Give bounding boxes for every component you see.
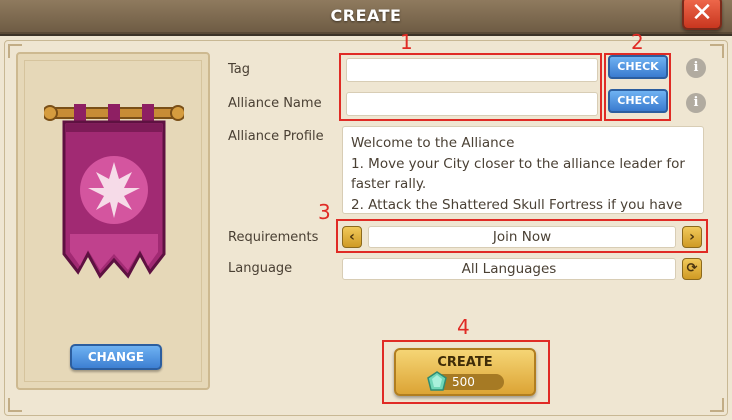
- annotation-box-4: [382, 340, 550, 404]
- refresh-icon[interactable]: ⟳: [682, 258, 702, 280]
- alliance-profile-textarea[interactable]: Welcome to the Alliance 1. Move your Cit…: [342, 126, 704, 214]
- frame-corner-ornament: [8, 398, 22, 412]
- annotation-box-1: [339, 53, 602, 121]
- profile-line: Welcome to the Alliance: [351, 135, 515, 151]
- tag-info-icon[interactable]: i: [686, 58, 706, 78]
- annotation-number-3: 3: [318, 200, 331, 224]
- language-label: Language: [228, 261, 293, 276]
- profile-line: 1. Move your City closer to the alliance…: [351, 155, 685, 172]
- frame-corner-ornament: [710, 44, 724, 58]
- banner-panel: CHANGE: [16, 52, 210, 390]
- alliance-name-label: Alliance Name: [228, 96, 322, 111]
- profile-line: faster rally.: [351, 176, 427, 192]
- change-banner-button[interactable]: CHANGE: [70, 344, 162, 370]
- close-icon: ✕: [691, 0, 713, 28]
- annotation-number-1: 1: [400, 30, 413, 54]
- close-button[interactable]: ✕: [682, 0, 722, 30]
- window-title: CREATE: [330, 6, 402, 25]
- annotation-box-3: [336, 219, 708, 253]
- alliance-name-info-icon[interactable]: i: [686, 93, 706, 113]
- title-bar: CREATE ✕: [0, 0, 732, 34]
- alliance-banner-icon: [44, 104, 184, 279]
- language-select[interactable]: All Languages: [342, 258, 676, 280]
- annotation-box-2: [604, 53, 671, 121]
- requirements-label: Requirements: [228, 230, 319, 245]
- frame-corner-ornament: [710, 398, 724, 412]
- tag-label: Tag: [228, 62, 251, 77]
- annotation-number-2: 2: [631, 30, 644, 54]
- profile-line: 2. Attack the Shattered Skull Fortress i…: [351, 196, 683, 213]
- alliance-profile-label: Alliance Profile: [228, 129, 324, 144]
- annotation-number-4: 4: [457, 315, 470, 339]
